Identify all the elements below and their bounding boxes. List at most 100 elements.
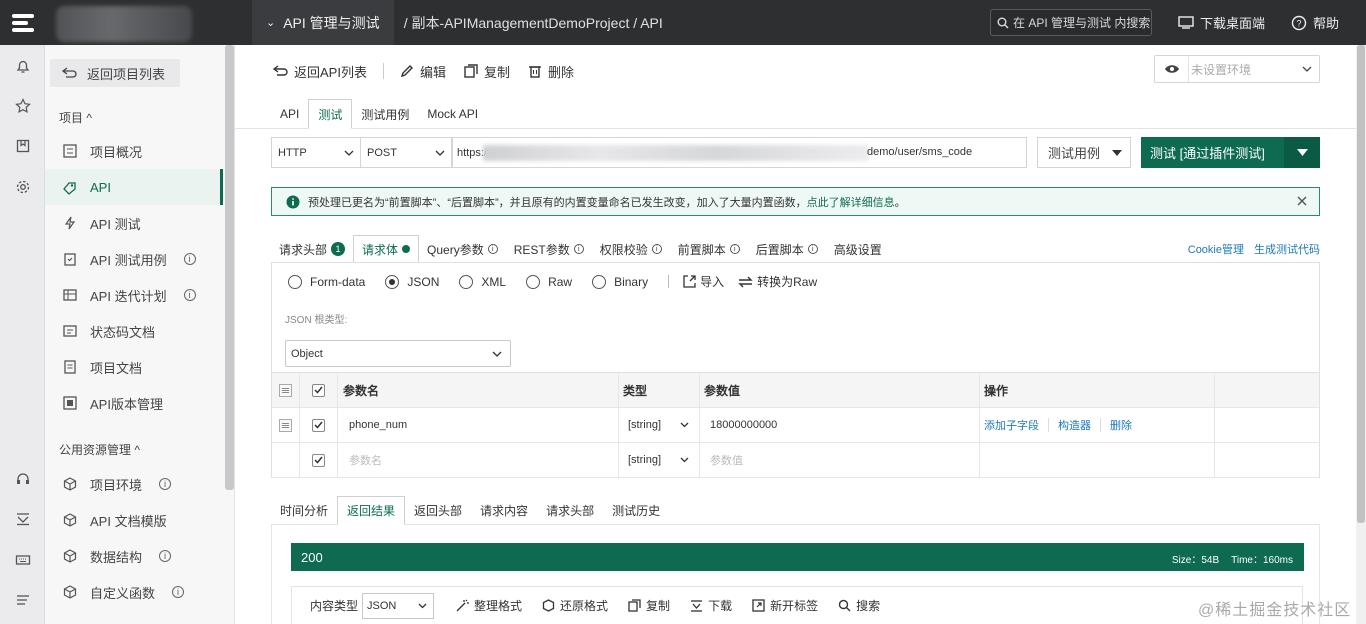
sidebar-item-project-docs[interactable]: 项目文档 — [45, 349, 223, 385]
tab-response-result[interactable]: 返回结果 — [337, 496, 406, 525]
param-value-input[interactable]: 18000000000 — [700, 408, 980, 442]
radio-label: Binary — [614, 274, 649, 289]
tab-auth[interactable]: 权限校验 i — [592, 235, 670, 263]
back-to-project-list-button[interactable]: 返回项目列表 — [50, 59, 180, 87]
headset-icon[interactable] — [13, 469, 33, 489]
back-to-api-list-button[interactable]: 返回API列表 — [273, 61, 367, 81]
new-param-value-input[interactable]: 参数值 — [700, 443, 980, 477]
test-case-select[interactable]: 测试用例 — [1037, 137, 1131, 168]
edit-button[interactable]: 编辑 — [400, 61, 446, 81]
tab-test-cases[interactable]: 测试用例 — [352, 99, 418, 129]
star-icon[interactable] — [13, 96, 33, 116]
builder-link[interactable]: 构造器 — [1058, 417, 1091, 433]
row-drag-handle[interactable] — [272, 408, 300, 442]
sidebar-item-api-doc-template[interactable]: API 文档模版 — [45, 502, 223, 538]
bell-icon[interactable] — [13, 56, 33, 76]
url-input[interactable]: https:/ demo/user/sms_code — [452, 137, 1027, 168]
tab-request-content[interactable]: 请求内容 — [471, 496, 537, 525]
sidebar-item-label: API — [90, 179, 111, 195]
search-icon — [838, 599, 851, 612]
keyboard-icon[interactable] — [13, 550, 33, 570]
sidebar-item-api-iteration[interactable]: API 迭代计划 i — [45, 277, 223, 313]
download-response-label: 下载 — [708, 599, 733, 613]
section-public-toggle[interactable]: 公用资源管理 ^ — [59, 441, 140, 458]
tab-api[interactable]: API — [271, 99, 308, 129]
format-label: 整理格式 — [474, 599, 523, 613]
radio-json[interactable]: JSON — [385, 274, 439, 289]
sidebar-item-api-test-cases[interactable]: API 测试用例 i — [45, 241, 223, 277]
copy-button[interactable]: 复制 — [464, 61, 510, 81]
help-button[interactable]: ? 帮助 — [1291, 0, 1339, 45]
collapse-down-icon[interactable] — [13, 509, 33, 529]
breadcrumb-module[interactable]: ⌄ API 管理与测试 — [252, 0, 394, 45]
add-child-field-link[interactable]: 添加子字段 — [984, 417, 1039, 433]
row-checkbox[interactable] — [300, 443, 338, 477]
tab-query-params[interactable]: Query参数 i — [419, 235, 506, 263]
tab-post-script[interactable]: 后置脚本 i — [748, 235, 826, 263]
new-param-name-input[interactable]: 参数名 — [338, 443, 619, 477]
sidebar-item-api-versions[interactable]: API版本管理 — [45, 385, 223, 421]
menu-lines-icon[interactable] — [13, 590, 33, 610]
sidebar-scrollbar[interactable] — [225, 45, 234, 490]
settings-gear-icon[interactable] — [13, 177, 33, 197]
param-name-input[interactable]: phone_num — [338, 408, 619, 442]
sidebar-item-api-test[interactable]: API 测试 — [45, 205, 223, 241]
section-project-toggle[interactable]: 项目 ^ — [59, 109, 92, 126]
run-test-dropdown[interactable] — [1284, 137, 1320, 168]
main-scrollbar[interactable] — [1356, 45, 1366, 624]
tab-request-headers[interactable]: 请求头部 1 — [271, 235, 353, 263]
tab-response-headers[interactable]: 返回头部 — [405, 496, 471, 525]
copy-response-button[interactable]: 复制 — [628, 597, 670, 614]
tab-advanced-settings[interactable]: 高级设置 — [826, 235, 890, 263]
tab-request-body[interactable]: 请求体 — [353, 235, 420, 263]
environment-select[interactable]: 未设置环境 — [1154, 55, 1320, 83]
tab-pre-script[interactable]: 前置脚本 i — [670, 235, 748, 263]
generate-code-link[interactable]: 生成测试代码 — [1254, 241, 1320, 257]
tab-rest-params[interactable]: REST参数 i — [506, 235, 592, 263]
method-select[interactable]: POST — [361, 137, 452, 168]
chevron-down-icon — [680, 422, 689, 428]
sidebar-item-overview[interactable]: 项目概况 — [45, 133, 223, 169]
radio-form-data[interactable]: Form-data — [288, 274, 365, 289]
scrollbar-thumb[interactable] — [1357, 45, 1365, 523]
select-all-checkbox[interactable] — [300, 373, 338, 407]
convert-to-raw-button[interactable]: 转换为Raw — [738, 273, 817, 290]
logo[interactable] — [0, 0, 45, 45]
global-search-input[interactable]: 在 API 管理与测试 内搜索 — [990, 9, 1152, 36]
radio-xml[interactable]: XML — [459, 274, 506, 289]
search-response-button[interactable]: 搜索 — [838, 597, 880, 614]
sidebar-item-project-env[interactable]: 项目环境 i — [45, 466, 223, 502]
sidebar-item-api[interactable]: API — [45, 169, 223, 205]
tab-test[interactable]: 测试 — [308, 99, 353, 129]
bookmark-icon[interactable] — [13, 136, 33, 156]
eye-icon[interactable] — [1155, 56, 1189, 82]
row-checkbox[interactable] — [300, 408, 338, 442]
radio-binary[interactable]: Binary — [592, 274, 649, 289]
import-button[interactable]: 导入 — [683, 273, 724, 290]
content-type-select[interactable]: JSON — [362, 592, 435, 619]
sidebar-item-status-code-docs[interactable]: 状态码文档 — [45, 313, 223, 349]
tab-time-analysis[interactable]: 时间分析 — [271, 496, 337, 525]
param-type-select[interactable]: [string] — [619, 408, 700, 442]
cookie-manager-link[interactable]: Cookie管理 — [1188, 241, 1244, 257]
protocol-select[interactable]: HTTP — [271, 137, 361, 168]
sidebar-item-custom-functions[interactable]: 自定义函数 i — [45, 574, 223, 610]
format-button[interactable]: 整理格式 — [456, 597, 522, 614]
new-tab-button[interactable]: 新开标签 — [752, 597, 818, 614]
restore-format-button[interactable]: 还原格式 — [542, 597, 608, 614]
json-root-type-select[interactable]: Object — [285, 340, 511, 367]
notice-details-link[interactable]: 点此了解详细信息 — [807, 197, 895, 209]
download-response-button[interactable]: 下载 — [690, 597, 732, 614]
tab-test-history[interactable]: 测试历史 — [603, 496, 669, 525]
new-param-type-select[interactable]: [string] — [619, 443, 700, 477]
select-all-drag[interactable] — [272, 373, 300, 407]
download-desktop-button[interactable]: 下载桌面端 — [1178, 0, 1265, 45]
tab-mock-api[interactable]: Mock API — [418, 99, 487, 129]
delete-button[interactable]: 删除 — [528, 61, 574, 81]
run-test-button[interactable]: 测试 [通过插件测试] — [1141, 137, 1320, 168]
radio-raw[interactable]: Raw — [526, 274, 572, 289]
close-icon[interactable] — [1295, 194, 1309, 208]
sidebar-item-data-structures[interactable]: 数据结构 i — [45, 538, 223, 574]
delete-param-link[interactable]: 删除 — [1110, 417, 1132, 433]
tab-request-headers-sent[interactable]: 请求头部 — [537, 496, 603, 525]
